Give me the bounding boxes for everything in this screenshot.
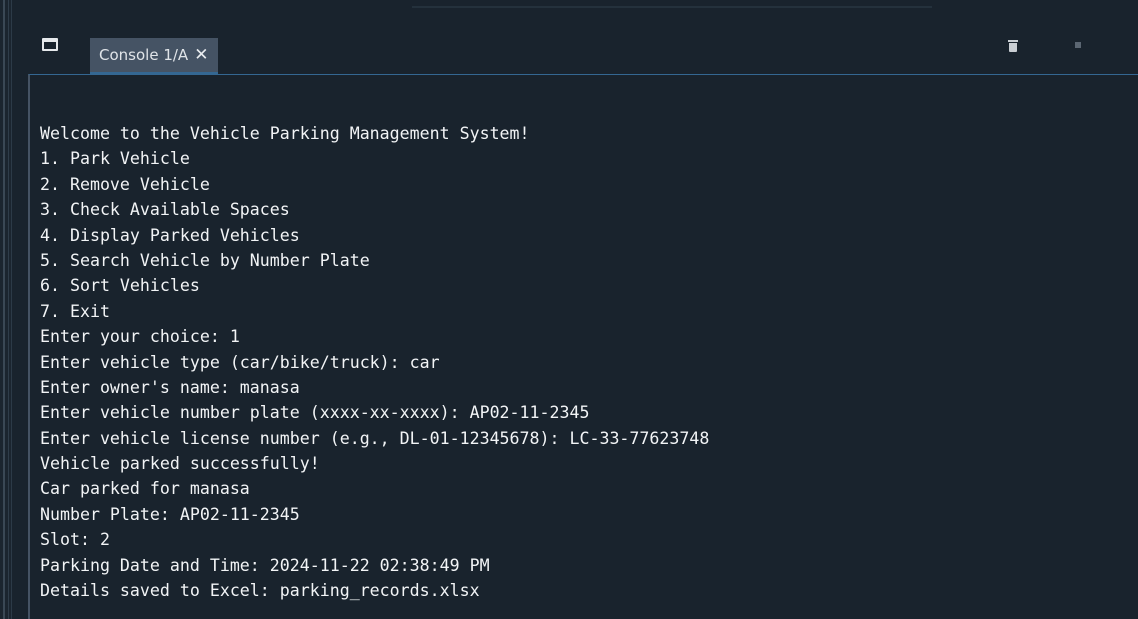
console-line: Details saved to Excel: parking_records.… <box>40 581 480 601</box>
console-line: 2. Remove Vehicle <box>40 174 210 194</box>
console-line: Vehicle parked successfully! <box>40 454 320 474</box>
tab-label: Console 1/A <box>99 46 189 64</box>
close-icon[interactable]: ✕ <box>194 46 208 64</box>
console-line: Enter vehicle number plate (xxxx-xx-xxxx… <box>40 403 590 423</box>
window-pane-icon[interactable] <box>42 38 58 51</box>
console-output-text: Welcome to the Vehicle Parking Managemen… <box>40 121 1130 603</box>
trash-can <box>1009 43 1017 52</box>
console-line: 4. Display Parked Vehicles <box>40 225 300 245</box>
top-edge <box>12 0 1138 10</box>
console-line: Enter vehicle type (car/bike/truck): car <box>40 352 440 372</box>
ipython-console-window: Console 1/A ✕ Welcome to the Vehicle Par… <box>0 0 1138 619</box>
console-line: Welcome to the Vehicle Parking Managemen… <box>40 124 530 143</box>
console-line: Enter vehicle license number (e.g., DL-0… <box>40 428 710 448</box>
console-tab-bar: Console 1/A ✕ <box>28 26 1138 74</box>
console-line: 1. Park Vehicle <box>40 149 190 169</box>
trash-lid <box>1008 40 1018 42</box>
console-line: Enter your choice: 1 <box>40 327 240 347</box>
stop-icon[interactable] <box>1075 42 1081 48</box>
tab-console-1a[interactable]: Console 1/A ✕ <box>90 38 219 74</box>
console-output-area[interactable]: Welcome to the Vehicle Parking Managemen… <box>28 74 1138 619</box>
top-separator <box>412 6 932 8</box>
console-line: Car parked for manasa <box>40 479 250 499</box>
console-line: Parking Date and Time: 2024-11-22 02:38:… <box>40 555 490 575</box>
console-line: 5. Search Vehicle by Number Plate <box>40 250 370 270</box>
console-line: 7. Exit <box>40 301 110 321</box>
console-line: 6. Sort Vehicles <box>40 276 200 296</box>
console-line: 3. Check Available Spaces <box>40 200 290 220</box>
console-line: Slot: 2 <box>40 530 110 550</box>
trash-icon[interactable] <box>1008 40 1018 52</box>
console-line: Number Plate: AP02-11-2345 <box>40 504 300 524</box>
left-splitter[interactable] <box>0 0 12 619</box>
console-line: Enter owner's name: manasa <box>40 377 300 397</box>
